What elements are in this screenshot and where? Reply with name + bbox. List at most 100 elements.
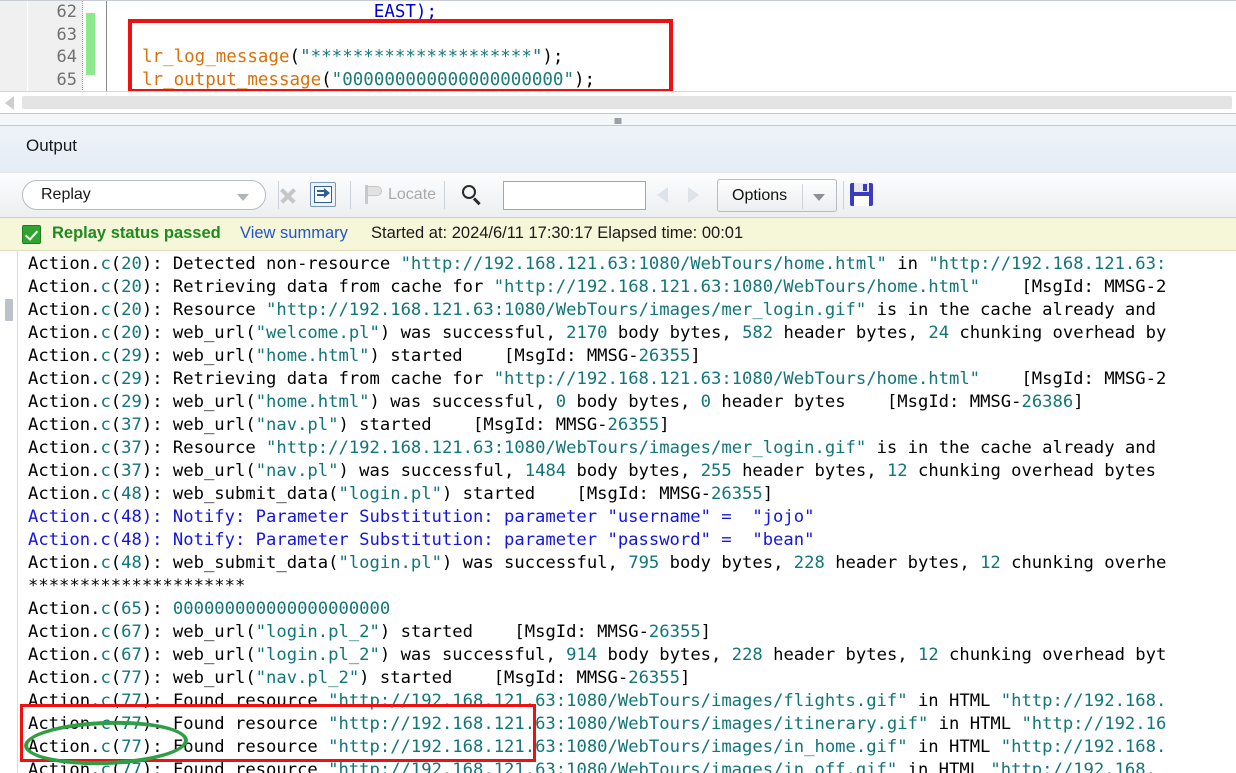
- log-vscroll-thumb[interactable]: [5, 299, 13, 321]
- find-previous-icon[interactable]: [657, 187, 668, 203]
- log-line[interactable]: Action.c(29): web_url("home.html") start…: [28, 345, 1236, 368]
- output-panel: Output Replay Locate Options Replay stat…: [0, 126, 1236, 773]
- log-line[interactable]: *********************: [28, 575, 1236, 598]
- log-token: ): web_url(: [141, 323, 256, 343]
- log-token: in: [886, 254, 929, 274]
- scroll-left-arrow-icon[interactable]: [5, 96, 14, 110]
- log-token: 29: [121, 392, 142, 412]
- code-token: (: [289, 47, 301, 67]
- output-panel-header: Output: [0, 126, 1236, 173]
- log-vertical-scrollbar[interactable]: [0, 251, 18, 773]
- log-token: ): web_url(: [141, 346, 256, 366]
- log-token: (: [110, 277, 122, 297]
- log-line[interactable]: Action.c(77): Found resource "http://192…: [28, 736, 1236, 759]
- log-token: body bytes,: [597, 645, 732, 665]
- log-line[interactable]: Action.c(20): web_url("welcome.pl") was …: [28, 322, 1236, 345]
- log-token: Action.: [28, 484, 101, 504]
- log-line[interactable]: Action.c(77): Found resource "http://192…: [28, 759, 1236, 773]
- log-token: ): web_url(: [141, 461, 256, 481]
- log-line[interactable]: Action.c(20): Resource "http://192.168.1…: [28, 299, 1236, 322]
- log-token: 26386: [1021, 392, 1074, 412]
- log-line[interactable]: Action.c(77): web_url("nav.pl_2") starte…: [28, 667, 1236, 690]
- log-token: (: [110, 668, 122, 688]
- chevron-down-icon[interactable]: [237, 194, 249, 201]
- output-source-dropdown[interactable]: Replay: [22, 180, 266, 210]
- splitter-grip-handle[interactable]: [614, 118, 622, 124]
- output-log-area[interactable]: Action.c(20): Detected non-resource "htt…: [0, 251, 1236, 773]
- log-token: ]: [762, 484, 774, 504]
- log-token: "login.pl": [338, 484, 442, 504]
- log-token: ) started [MsgId: MMSG-: [359, 668, 629, 688]
- log-line[interactable]: Action.c(20): Retrieving data from cache…: [28, 276, 1236, 299]
- log-token: ) started [MsgId: MMSG-: [338, 415, 608, 435]
- log-token: Action.: [28, 760, 101, 773]
- locate-button-label[interactable]: Locate: [388, 186, 436, 204]
- log-token: Action.: [28, 415, 101, 435]
- code-line[interactable]: lr_output_message("000000000000000000000…: [110, 69, 1236, 92]
- log-line[interactable]: Action.c(48): web_submit_data("login.pl"…: [28, 483, 1236, 506]
- log-line[interactable]: Action.c(67): web_url("login.pl_2") was …: [28, 644, 1236, 667]
- view-summary-link[interactable]: View summary: [240, 224, 348, 243]
- log-token: c: [100, 484, 111, 504]
- log-token: ): Retrieving data from cache for: [141, 277, 494, 297]
- code-line[interactable]: EAST);: [110, 1, 1236, 24]
- code-token: );: [574, 69, 596, 90]
- log-line[interactable]: Action.c(48): web_submit_data("login.pl"…: [28, 552, 1236, 575]
- find-next-icon[interactable]: [688, 187, 699, 203]
- log-token: (: [110, 760, 122, 773]
- log-line[interactable]: Action.c(48): Notify: Parameter Substitu…: [28, 506, 1236, 529]
- log-token: 20: [121, 300, 142, 320]
- log-line[interactable]: Action.c(77): Found resource "http://192…: [28, 690, 1236, 713]
- log-token: c: [100, 668, 111, 688]
- log-token: "login.pl_2": [255, 622, 380, 642]
- editor-hscroll-thumb[interactable]: [22, 96, 1232, 109]
- search-icon[interactable]: [462, 185, 483, 206]
- log-token: "home.html": [255, 392, 370, 412]
- log-line[interactable]: Action.c(77): Found resource "http://192…: [28, 713, 1236, 736]
- log-line-list[interactable]: Action.c(20): Detected non-resource "htt…: [19, 251, 1236, 773]
- search-input[interactable]: [503, 181, 646, 210]
- log-token: 37: [121, 461, 142, 481]
- log-token: ) was successful,: [338, 461, 525, 481]
- log-line[interactable]: Action.c(29): web_url("home.html") was s…: [28, 391, 1236, 414]
- log-token: 26355: [648, 622, 701, 642]
- log-token: 77: [121, 737, 142, 757]
- log-token: ):: [141, 599, 173, 619]
- log-token: ]: [700, 622, 712, 642]
- log-line[interactable]: Action.c(29): Retrieving data from cache…: [28, 368, 1236, 391]
- log-token: 1484: [524, 461, 567, 481]
- log-token: c: [100, 461, 111, 481]
- log-line[interactable]: Action.c(67): web_url("login.pl_2") star…: [28, 621, 1236, 644]
- toolbar-separator-2: [350, 181, 351, 209]
- log-line[interactable]: Action.c(48): Notify: Parameter Substitu…: [28, 529, 1236, 552]
- pane-splitter[interactable]: [0, 113, 1236, 126]
- log-token: header bytes,: [731, 461, 887, 481]
- log-line[interactable]: Action.c(37): Resource "http://192.168.1…: [28, 437, 1236, 460]
- log-line[interactable]: Action.c(37): web_url("nav.pl") was succ…: [28, 460, 1236, 483]
- log-token: ): Detected non-resource: [141, 254, 401, 274]
- log-token: 2170: [566, 323, 608, 343]
- options-button[interactable]: Options: [717, 179, 837, 212]
- code-token: );: [542, 47, 564, 67]
- log-token: Action.: [28, 461, 101, 481]
- log-token: (: [110, 369, 122, 389]
- log-token: 26355: [711, 484, 763, 504]
- log-token: "nav.pl_2": [255, 668, 360, 688]
- output-panel-title: Output: [26, 136, 78, 155]
- log-token: ) was successful,: [369, 392, 556, 412]
- log-token: [MsgId: MMSG-2: [980, 277, 1167, 297]
- log-token: 29: [121, 346, 142, 366]
- clear-output-button[interactable]: [310, 182, 336, 207]
- editor-horizontal-scrollbar[interactable]: [0, 91, 1236, 113]
- chevron-down-icon[interactable]: [813, 194, 825, 201]
- code-line[interactable]: lr_log_message("*********************");: [110, 46, 1236, 69]
- save-icon[interactable]: [850, 183, 873, 206]
- code-line[interactable]: [110, 24, 1236, 47]
- log-token: c: [100, 599, 111, 619]
- log-line[interactable]: Action.c(65): 000000000000000000000: [28, 598, 1236, 621]
- log-token: ) was successful,: [379, 323, 567, 343]
- log-line[interactable]: Action.c(20): Detected non-resource "htt…: [28, 253, 1236, 276]
- log-token: 0: [700, 392, 712, 412]
- log-line[interactable]: Action.c(37): web_url("nav.pl") started …: [28, 414, 1236, 437]
- log-token: Action.: [28, 300, 101, 320]
